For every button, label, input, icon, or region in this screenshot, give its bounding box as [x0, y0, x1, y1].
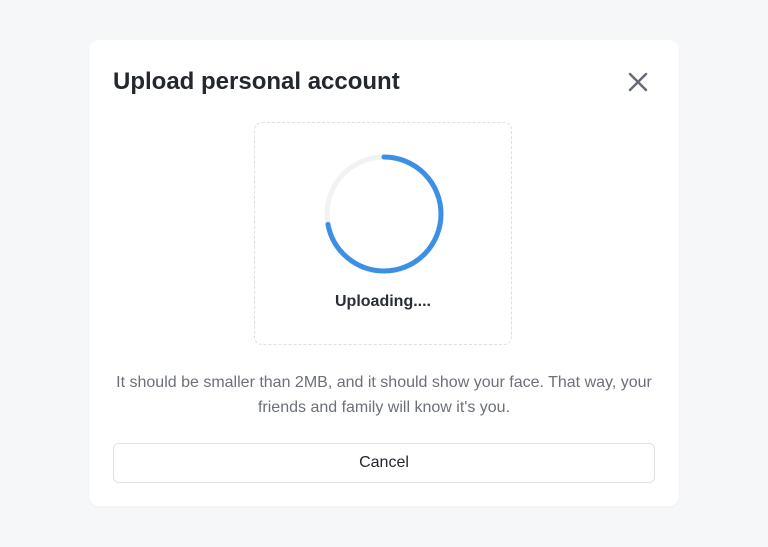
- upload-modal: Upload personal account Uploading.... It…: [89, 40, 679, 506]
- upload-help-text: It should be smaller than 2MB, and it sh…: [116, 374, 652, 416]
- cancel-button[interactable]: Cancel: [113, 443, 655, 483]
- close-button[interactable]: [624, 68, 652, 96]
- upload-progress-spinner: [324, 154, 444, 274]
- close-icon: [628, 72, 648, 92]
- upload-dropzone[interactable]: Uploading....: [254, 122, 512, 345]
- upload-status-text: Uploading....: [335, 293, 431, 310]
- modal-title: Upload personal account: [113, 68, 400, 95]
